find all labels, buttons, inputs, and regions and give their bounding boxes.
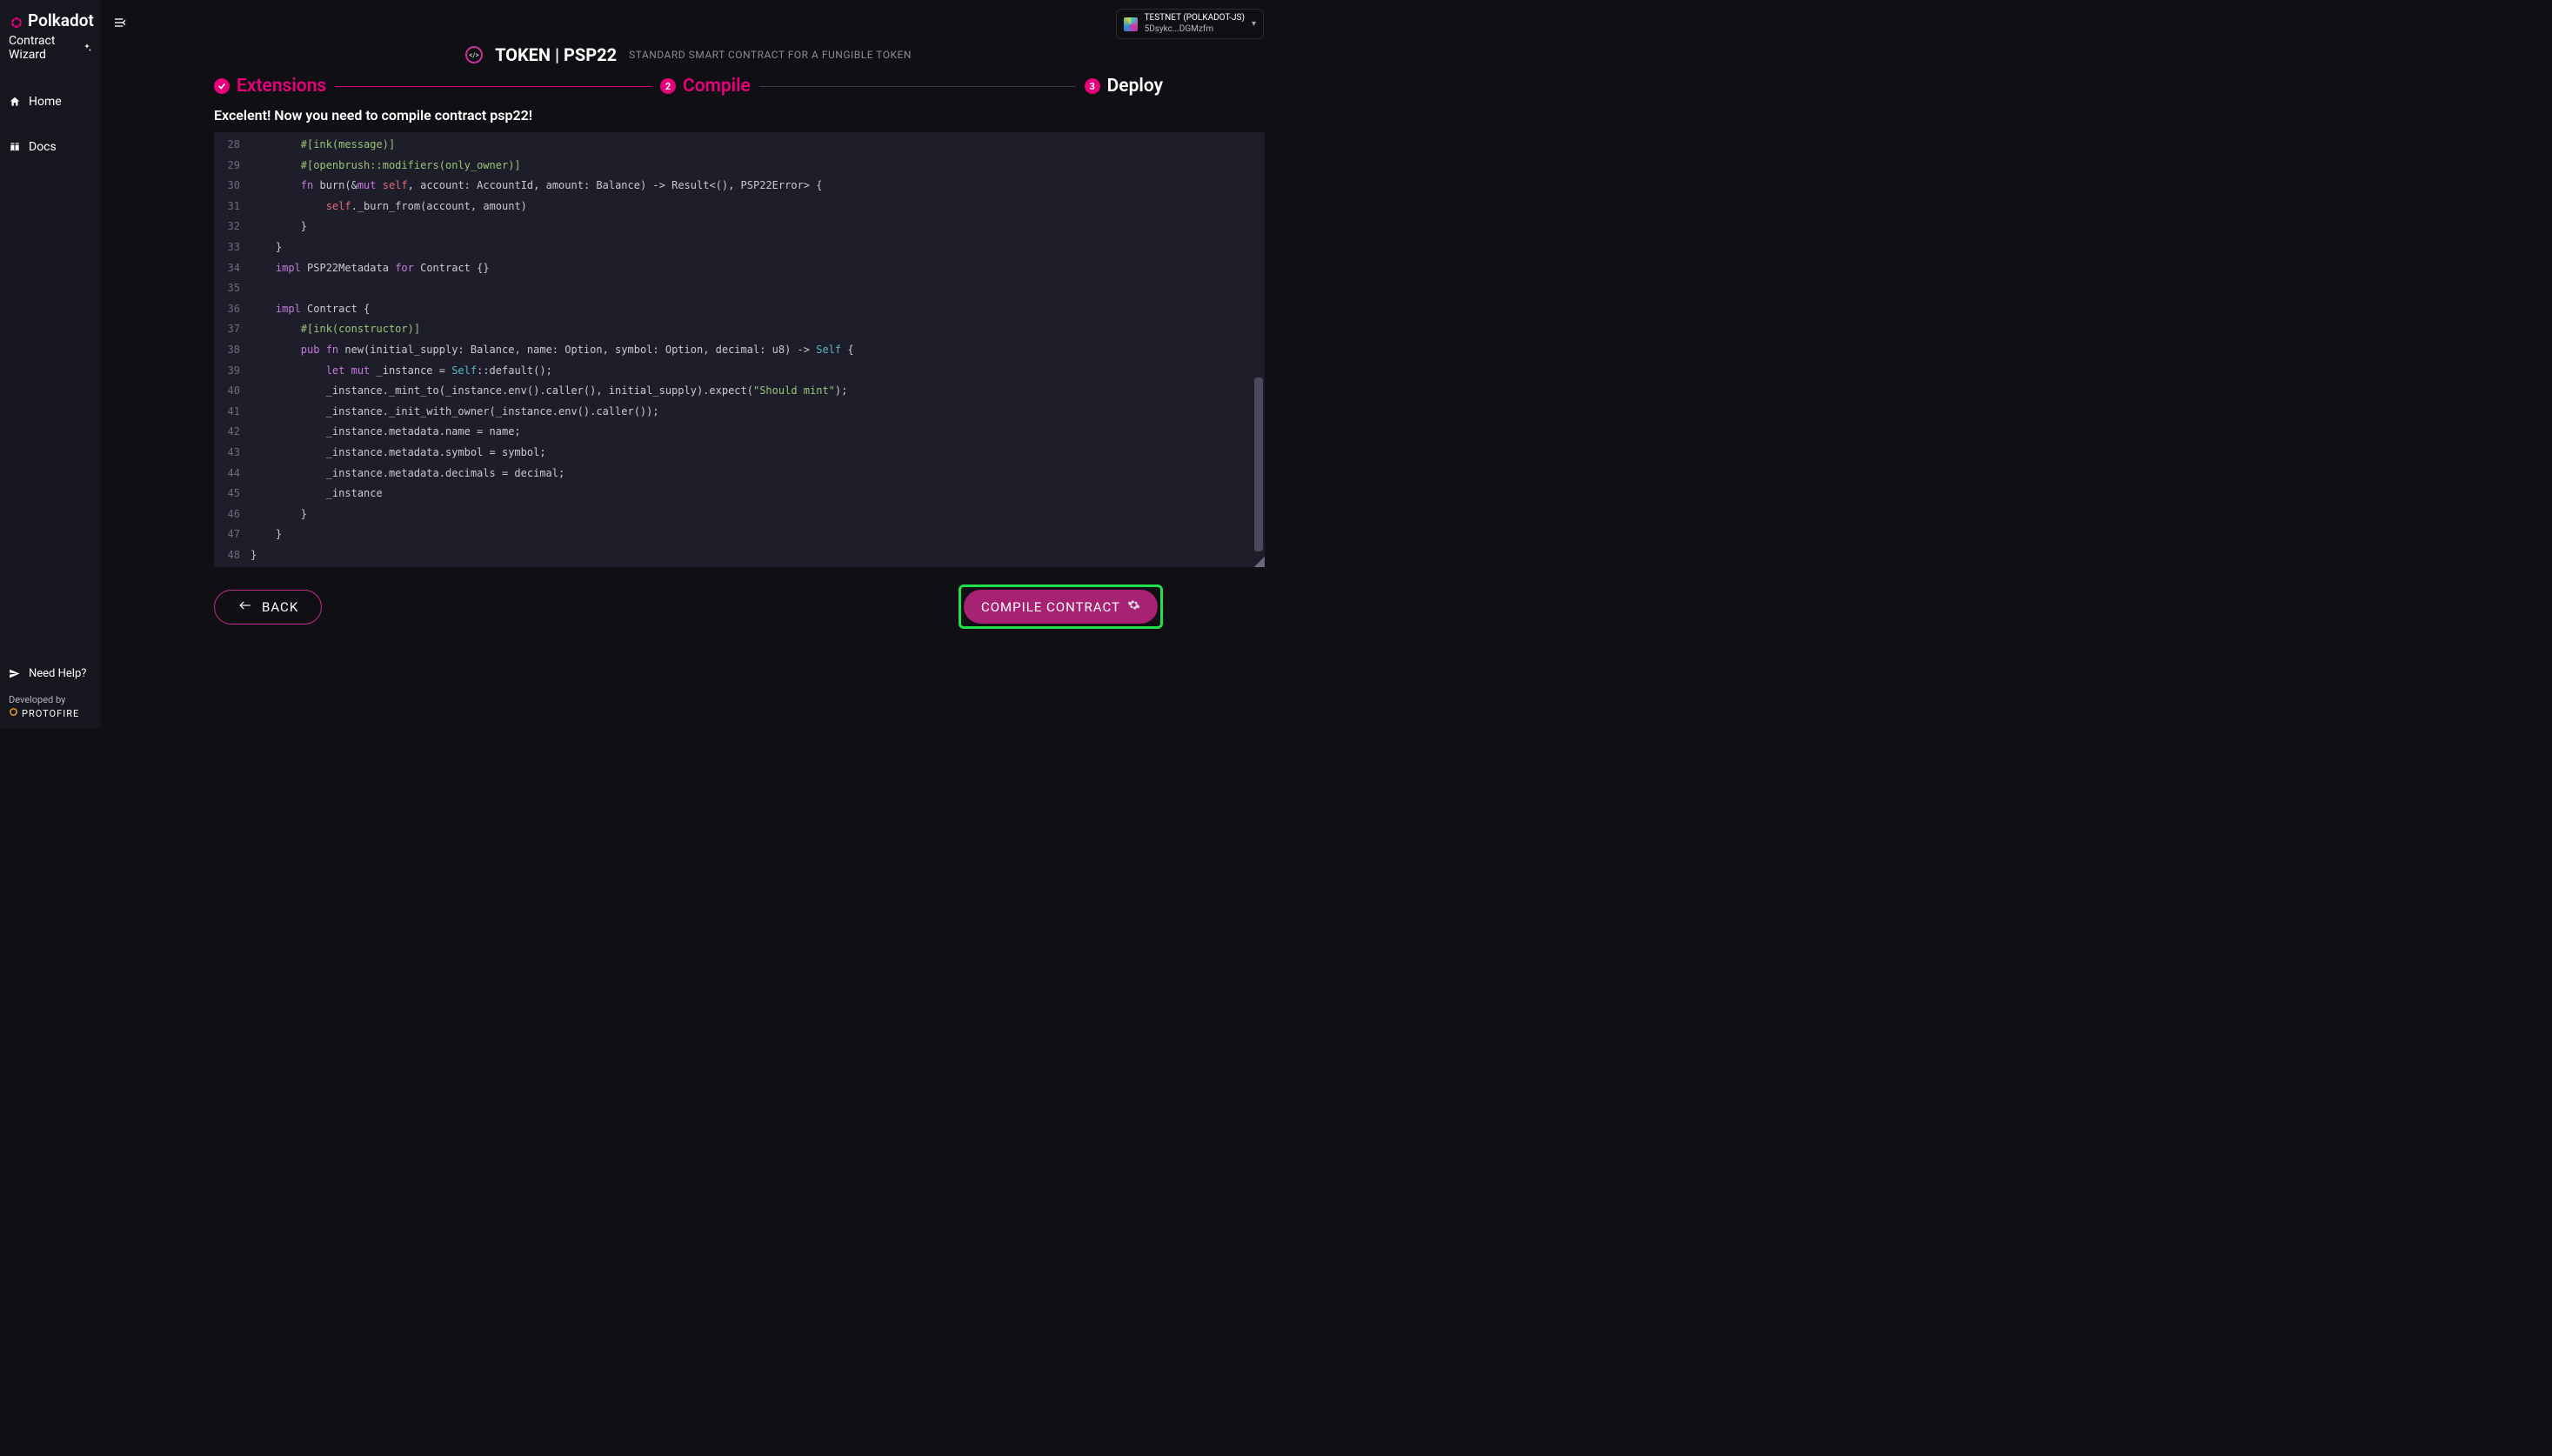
arrow-left-icon	[237, 599, 253, 615]
back-label: BACK	[262, 599, 298, 615]
step-label: Deploy	[1107, 76, 1163, 97]
wallet-text: TESTNET (POLKADOT-JS) 5Dsykc...DGMzfm	[1145, 13, 1245, 35]
token-description: STANDARD SMART CONTRACT FOR A FUNGIBLE T…	[629, 49, 912, 61]
protofire-label: PROTOFIRE	[22, 708, 79, 719]
gear-icon	[1127, 598, 1140, 615]
wallet-network: TESTNET (POLKADOT-JS)	[1145, 13, 1245, 24]
contract-type-icon	[465, 46, 483, 63]
topbar: TESTNET (POLKADOT-JS) 5Dsykc...DGMzfm ▾	[101, 0, 1276, 48]
stepper-line	[335, 86, 651, 87]
sidebar-item-label: Docs	[29, 140, 57, 154]
main-content: TESTNET (POLKADOT-JS) 5Dsykc...DGMzfm ▾ …	[101, 0, 1276, 728]
step-label: Extensions	[237, 76, 326, 97]
bottom-actions: BACK COMPILE CONTRACT	[101, 567, 1276, 629]
page-title-row: TOKEN | PSP22 STANDARD SMART CONTRACT FO…	[101, 44, 1276, 65]
developed-by-label: Developed by	[7, 689, 94, 705]
brand-name: Polkadot	[28, 10, 94, 30]
sidebar-item-label: Home	[29, 95, 62, 109]
sidebar-item-home[interactable]: Home	[7, 86, 94, 117]
line-number-gutter: 2829303132333435363738394041424344454647…	[214, 132, 245, 567]
scrollbar-track[interactable]	[1254, 134, 1263, 565]
protofire-icon	[9, 707, 18, 719]
brand-logo[interactable]: Polkadot	[7, 7, 94, 30]
resize-handle[interactable]	[1254, 557, 1265, 567]
wallet-selector[interactable]: TESTNET (POLKADOT-JS) 5Dsykc...DGMzfm ▾	[1116, 9, 1264, 39]
sidebar: Polkadot Contract Wizard Home Docs Need …	[0, 0, 101, 728]
wallet-address: 5Dsykc...DGMzfm	[1145, 24, 1245, 36]
step-badge: 3	[1085, 78, 1100, 94]
need-help-link[interactable]: Need Help?	[7, 658, 94, 689]
wallet-identicon	[1124, 17, 1138, 31]
step-label: Compile	[683, 76, 751, 97]
docs-icon	[9, 141, 21, 153]
brand-subtitle-row: Contract Wizard	[7, 30, 94, 79]
protofire-link[interactable]: PROTOFIRE	[7, 705, 94, 721]
back-button[interactable]: BACK	[214, 590, 322, 624]
token-title: TOKEN | PSP22	[495, 44, 617, 65]
send-icon	[9, 668, 21, 680]
status-message: Excelent! Now you need to compile contra…	[101, 107, 1276, 124]
code-editor[interactable]: 2829303132333435363738394041424344454647…	[214, 132, 1265, 567]
step-compile[interactable]: 2 Compile	[660, 76, 751, 97]
chevron-down-icon: ▾	[1252, 19, 1256, 29]
polkadot-logo-icon	[10, 15, 23, 27]
brand-subtitle: Contract Wizard	[9, 34, 78, 62]
step-badge: 2	[660, 78, 676, 94]
home-icon	[9, 96, 21, 108]
sparkle-icon	[82, 40, 92, 57]
compile-label: COMPILE CONTRACT	[981, 599, 1120, 615]
step-deploy[interactable]: 3 Deploy	[1085, 76, 1163, 97]
sidebar-item-docs[interactable]: Docs	[7, 131, 94, 163]
collapse-sidebar-button[interactable]	[113, 16, 127, 33]
need-help-label: Need Help?	[29, 667, 86, 680]
compile-contract-button[interactable]: COMPILE CONTRACT	[964, 590, 1158, 624]
stepper-line	[759, 86, 1076, 87]
scrollbar-thumb[interactable]	[1254, 377, 1263, 551]
code-content[interactable]: #[ink(message)] #[openbrush::modifiers(o…	[245, 132, 1265, 567]
check-icon	[214, 78, 230, 94]
step-extensions[interactable]: Extensions	[214, 76, 326, 97]
stepper: Extensions 2 Compile 3 Deploy	[101, 76, 1276, 97]
compile-highlight: COMPILE CONTRACT	[959, 584, 1163, 629]
